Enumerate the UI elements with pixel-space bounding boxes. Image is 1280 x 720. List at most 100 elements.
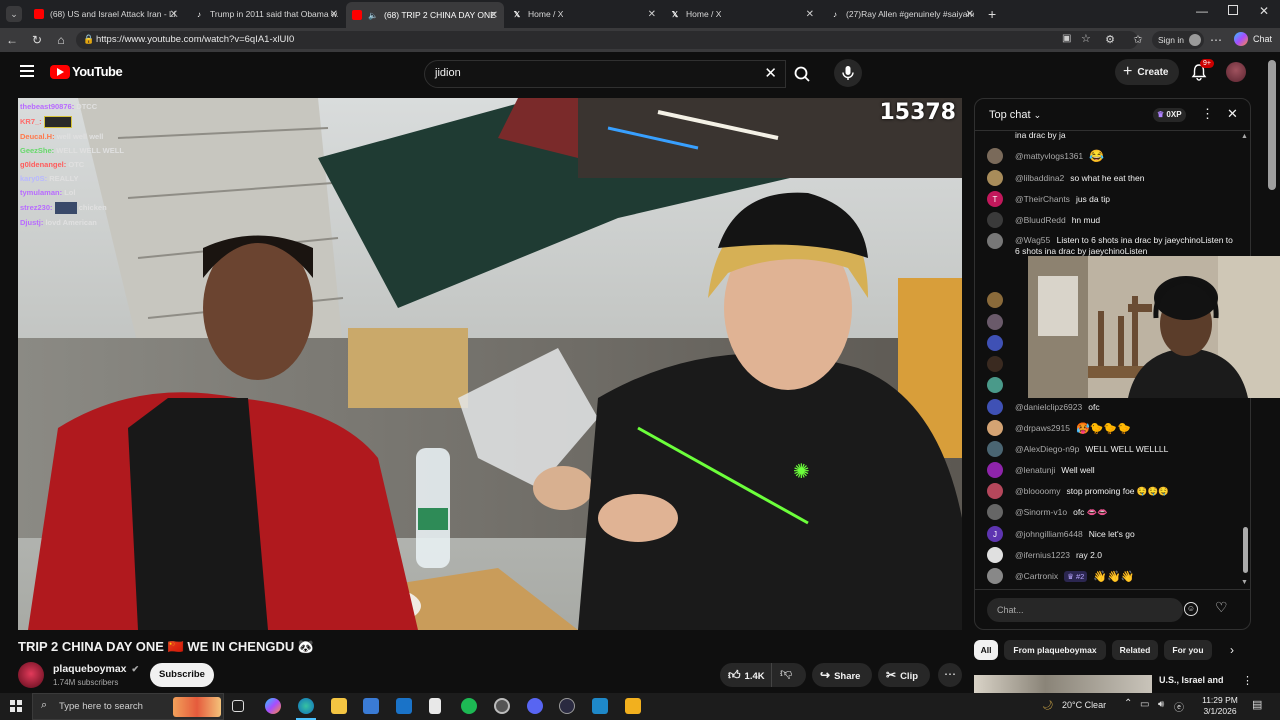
create-button[interactable]: + Create (1115, 59, 1179, 85)
speaker-icon[interactable]: 🔈 (368, 10, 378, 20)
chip-from-channel[interactable]: From plaqueboymax (1004, 640, 1106, 660)
extensions-icon[interactable]: ⚙ (1102, 32, 1118, 48)
channel-avatar[interactable] (18, 662, 44, 688)
more-actions-button[interactable]: ⋯ (938, 663, 962, 687)
task-view-icon[interactable] (232, 700, 244, 712)
chat-scrollbar[interactable] (1243, 527, 1248, 573)
avatar[interactable] (987, 314, 1003, 330)
close-chat-icon[interactable]: ✕ (1227, 106, 1238, 122)
chevron-right-icon[interactable]: › (1230, 643, 1234, 657)
heart-icon[interactable]: ♡ (1215, 599, 1228, 616)
weather-widget[interactable]: 🌙︎ 20°C Clear (1042, 700, 1106, 711)
recommended-title[interactable]: U.S., Israel and (1159, 675, 1224, 685)
recommended-more-icon[interactable]: ⋮ (1242, 674, 1253, 687)
copilot-chat-button[interactable]: Chat (1234, 32, 1272, 46)
clear-search-icon[interactable]: ✕ (764, 64, 777, 82)
close-icon[interactable]: ✕ (806, 9, 814, 20)
close-icon[interactable]: ✕ (490, 10, 498, 21)
account-avatar[interactable] (1226, 62, 1246, 82)
maximize-button[interactable] (1228, 5, 1238, 15)
favorite-star-icon[interactable]: ☆ (1081, 32, 1091, 45)
edge-icon[interactable] (298, 698, 314, 714)
tab-youtube-china[interactable]: 🔈 (68) TRIP 2 CHINA DAY ONE ... ✕ (346, 2, 504, 28)
more-options-icon[interactable]: ⋮ (1201, 106, 1214, 122)
avatar[interactable]: T (987, 191, 1003, 207)
emoji-icon[interactable]: ☺ (1184, 602, 1198, 616)
url-text[interactable]: https://www.youtube.com/watch?v=6qIA1-xl… (96, 34, 294, 45)
recommended-thumbnail[interactable] (974, 675, 1152, 693)
notepad-icon[interactable] (429, 698, 441, 714)
microsoft-store-icon[interactable] (363, 698, 379, 714)
new-tab-button[interactable]: + (988, 6, 996, 22)
home-icon[interactable]: ⌂ (53, 32, 69, 48)
file-explorer-icon[interactable] (331, 698, 347, 714)
xp-badge[interactable]: ♛ 0XP (1153, 108, 1186, 122)
subscribe-button[interactable]: Subscribe (150, 663, 214, 687)
copilot-taskbar-icon[interactable] (265, 698, 281, 714)
avatar[interactable] (987, 483, 1003, 499)
avatar[interactable] (987, 462, 1003, 478)
reader-icon[interactable]: ▣ (1062, 33, 1071, 44)
avatar[interactable]: J (987, 526, 1003, 542)
avatar[interactable] (987, 399, 1003, 415)
app-icon[interactable] (494, 698, 510, 714)
back-icon[interactable]: ← (4, 32, 20, 48)
top-chat-dropdown[interactable]: Top chat ⌄ (989, 109, 1041, 121)
avatar[interactable] (987, 212, 1003, 228)
display-icon[interactable] (592, 698, 608, 714)
youtube-logo[interactable]: YouTube (50, 64, 123, 79)
voice-search-button[interactable] (834, 59, 862, 87)
chip-for-you[interactable]: For you (1164, 640, 1212, 660)
tab-menu-button[interactable]: ⌄ (6, 6, 22, 22)
tab-youtube-iran[interactable]: (68) US and Israel Attack Iran - Li... ✕ (28, 3, 184, 25)
hamburger-menu-icon[interactable] (20, 65, 34, 77)
scroll-down-arrow[interactable]: ▼ (1241, 579, 1248, 586)
close-icon[interactable]: ✕ (648, 9, 656, 20)
app-icon[interactable] (625, 698, 641, 714)
channel-name[interactable]: plaqueboymax ✔ (53, 663, 139, 675)
avatar[interactable] (987, 148, 1003, 164)
clip-button[interactable]: ✂ Clip (878, 663, 930, 687)
language-icon[interactable]: ⓔ (1174, 699, 1184, 714)
chat-input[interactable]: Chat... (987, 598, 1183, 622)
avatar[interactable] (987, 292, 1003, 308)
like-button[interactable]: 👍︎ 1.4K (720, 663, 772, 687)
favorites-icon[interactable]: ✩ (1130, 32, 1146, 48)
volume-icon[interactable]: 🔊︎ (1158, 699, 1164, 710)
avatar[interactable] (987, 377, 1003, 393)
dislike-button[interactable]: 👎︎ (780, 666, 792, 681)
avatar[interactable] (987, 233, 1003, 249)
clock[interactable]: 11:29 PM 3/1/2026 (1200, 695, 1240, 717)
avatar[interactable] (987, 547, 1003, 563)
tab-x-home-1[interactable]: 𝕏 Home / X ✕ (506, 3, 662, 25)
app-icon[interactable] (559, 698, 575, 714)
windows-start-icon[interactable] (10, 700, 22, 712)
chip-related[interactable]: Related (1112, 640, 1158, 660)
close-window-button[interactable]: ✕ (1259, 4, 1269, 18)
sign-in-button[interactable]: Sign in (1152, 31, 1204, 49)
mail-icon[interactable] (396, 698, 412, 714)
minimize-button[interactable]: — (1196, 4, 1208, 18)
network-icon[interactable]: ▭ (1140, 699, 1149, 710)
search-input[interactable]: jidion ✕ (424, 60, 786, 88)
avatar[interactable] (987, 441, 1003, 457)
avatar[interactable] (987, 568, 1003, 584)
taskbar-search[interactable]: ⌕ Type here to search (32, 693, 224, 720)
avatar[interactable] (987, 170, 1003, 186)
close-icon[interactable]: ✕ (966, 9, 974, 20)
page-scrollbar[interactable] (1268, 60, 1276, 190)
chip-all[interactable]: All (974, 640, 998, 660)
tab-x-home-2[interactable]: 𝕏 Home / X ✕ (664, 3, 820, 25)
notification-center-icon[interactable]: ▤ (1252, 698, 1262, 711)
avatar[interactable] (987, 420, 1003, 436)
tab-tiktok-rayallen[interactable]: ♪ (27)Ray Allen #genuinely #saiyane... ✕ (824, 3, 980, 25)
close-icon[interactable]: ✕ (330, 9, 338, 20)
notifications-button[interactable]: 9+ (1190, 59, 1214, 83)
scroll-up-arrow[interactable]: ▲ (1241, 133, 1248, 140)
avatar[interactable] (987, 504, 1003, 520)
spotify-icon[interactable] (461, 698, 477, 714)
address-bar[interactable]: 🔒 https://www.youtube.com/watch?v=6qIA1-… (76, 31, 1138, 49)
avatar[interactable] (987, 356, 1003, 372)
more-menu-icon[interactable]: ⋯ (1208, 32, 1224, 48)
share-button[interactable]: ↪ Share (812, 663, 872, 687)
